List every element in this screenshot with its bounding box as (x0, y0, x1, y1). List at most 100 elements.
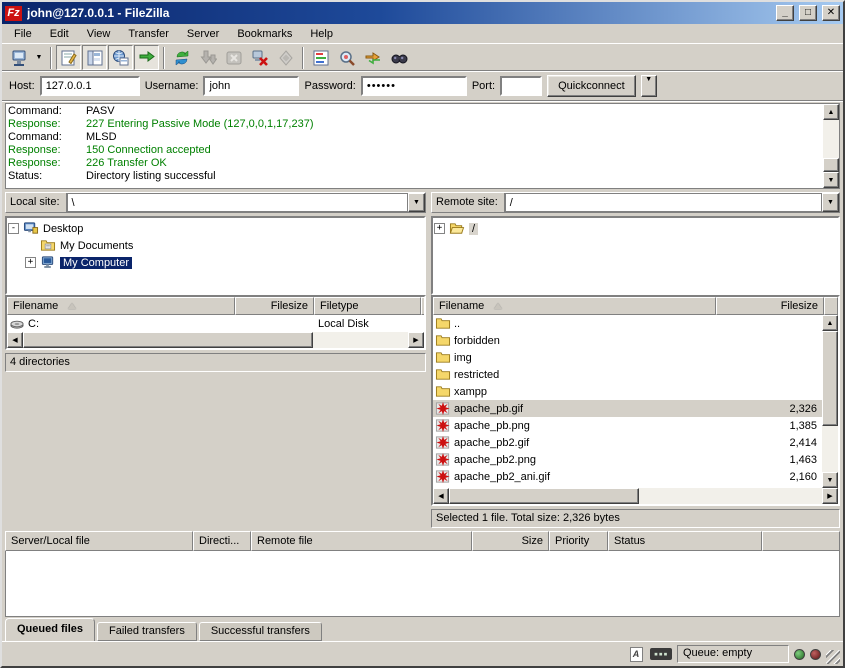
remote-hscrollbar[interactable]: ◀ ▶ (433, 488, 838, 504)
minimize-button[interactable]: _ (776, 5, 794, 21)
file-name: apache_pb.gif (454, 403, 523, 415)
abort-icon[interactable] (273, 45, 298, 70)
tree-item-root[interactable]: + / (434, 220, 837, 237)
menu-edit[interactable]: Edit (41, 26, 78, 42)
remote-list-header: Filename Filesize (433, 297, 838, 315)
column-header-filesize[interactable]: Filesize (716, 297, 824, 315)
remote-site-dropdown-icon[interactable]: ▼ (822, 193, 839, 212)
tree-item-my-computer[interactable]: + My Computer (25, 254, 423, 271)
scroll-down-icon[interactable]: ▼ (823, 172, 839, 188)
file-row[interactable]: .. (433, 315, 822, 332)
scroll-down-icon[interactable]: ▼ (822, 472, 838, 488)
toggle-local-tree-icon[interactable] (82, 45, 107, 70)
host-input[interactable] (40, 76, 140, 96)
tab-queued-files[interactable]: Queued files (5, 618, 95, 641)
tree-item-desktop[interactable]: - Desktop (8, 220, 423, 237)
resize-grip[interactable] (826, 650, 840, 664)
file-size: 2,160 (718, 471, 822, 483)
username-input[interactable] (203, 76, 299, 96)
scroll-thumb[interactable] (823, 158, 839, 172)
column-header-status[interactable]: Status (608, 531, 762, 551)
column-header-size[interactable]: Size (472, 531, 549, 551)
column-header-filetype[interactable]: Filetype (314, 297, 421, 315)
disk-drive-icon (9, 316, 25, 331)
find-files-icon[interactable] (386, 45, 411, 70)
scroll-up-icon[interactable]: ▲ (822, 315, 838, 331)
column-header-priority[interactable]: Priority (549, 531, 608, 551)
indicator-badge-icon[interactable]: ▪▪▪ (650, 648, 672, 660)
refresh-icon[interactable] (169, 45, 194, 70)
toolbar-separator (50, 47, 52, 69)
log-text: 227 Entering Passive Mode (127,0,0,1,17,… (86, 118, 313, 131)
column-header-remote-file[interactable]: Remote file (251, 531, 472, 551)
file-row[interactable]: apache_pb.png 1,385 (433, 417, 822, 434)
maximize-button[interactable]: □ (799, 5, 817, 21)
scroll-right-icon[interactable]: ▶ (822, 488, 838, 504)
scroll-up-icon[interactable]: ▲ (823, 104, 839, 120)
quickconnect-dropdown-icon[interactable]: ▼ (641, 75, 657, 97)
filename-filters-icon[interactable] (308, 45, 333, 70)
local-site-combo[interactable]: \ (67, 193, 408, 212)
file-row[interactable]: forbidden (433, 332, 822, 349)
toggle-message-log-icon[interactable] (56, 45, 81, 70)
site-manager-icon[interactable] (6, 45, 31, 70)
tab-successful-transfers[interactable]: Successful transfers (199, 622, 322, 641)
title-bar[interactable]: Fz john@127.0.0.1 - FileZilla _ □ ✕ (2, 2, 843, 24)
tab-failed-transfers[interactable]: Failed transfers (97, 622, 197, 641)
tree-item-my-documents[interactable]: My Documents (25, 237, 423, 254)
expand-icon[interactable]: + (25, 257, 36, 268)
menu-transfer[interactable]: Transfer (119, 26, 178, 42)
scroll-left-icon[interactable]: ◀ (7, 332, 23, 348)
transfer-type-ascii-icon[interactable]: A (627, 646, 645, 663)
file-row[interactable]: apache_pb2_ani.gif 2,160 (433, 468, 822, 485)
file-row-selected[interactable]: apache_pb.gif 2,326 (433, 400, 822, 417)
scroll-thumb[interactable] (822, 331, 838, 426)
close-button[interactable]: ✕ (822, 5, 840, 21)
port-input[interactable] (500, 76, 542, 96)
column-header-filename[interactable]: Filename (433, 297, 716, 315)
file-row[interactable]: restricted (433, 366, 822, 383)
menu-help[interactable]: Help (301, 26, 342, 42)
scroll-thumb[interactable] (23, 332, 313, 348)
toggle-remote-tree-icon[interactable] (108, 45, 133, 70)
log-scrollbar[interactable]: ▲ ▼ (823, 104, 839, 188)
site-manager-dropdown-icon[interactable]: ▼ (32, 45, 46, 70)
local-site-dropdown-icon[interactable]: ▼ (408, 193, 425, 212)
local-hscrollbar[interactable]: ◀ ▶ (7, 332, 424, 348)
menu-file[interactable]: File (5, 26, 41, 42)
disconnect-icon[interactable] (247, 45, 272, 70)
column-header-lastmodified[interactable]: L (421, 297, 424, 315)
expand-icon[interactable]: + (434, 223, 445, 234)
menu-view[interactable]: View (78, 26, 120, 42)
remote-vscrollbar[interactable]: ▲ ▼ (822, 315, 838, 488)
synchronized-browsing-icon[interactable] (360, 45, 385, 70)
scroll-right-icon[interactable]: ▶ (408, 332, 424, 348)
file-row[interactable]: img (433, 349, 822, 366)
quickconnect-button[interactable]: Quickconnect (547, 75, 636, 97)
sort-ascending-icon (494, 303, 502, 309)
process-queue-icon[interactable] (195, 45, 220, 70)
password-input[interactable] (361, 76, 467, 96)
log-label: Command: (8, 131, 86, 144)
column-header-filename[interactable]: Filename (7, 297, 235, 315)
menu-bookmarks[interactable]: Bookmarks (228, 26, 301, 42)
file-row[interactable]: xampp (433, 383, 822, 400)
file-row[interactable]: apache_pb2.gif 2,414 (433, 434, 822, 451)
queue-body[interactable] (5, 551, 840, 617)
scroll-left-icon[interactable]: ◀ (433, 488, 449, 504)
column-header-filesize[interactable]: Filesize (235, 297, 314, 315)
cancel-operation-icon[interactable] (221, 45, 246, 70)
local-list-body[interactable]: C: Local Disk (7, 315, 424, 332)
directory-comparison-icon[interactable] (334, 45, 359, 70)
column-header-direction[interactable]: Directi... (193, 531, 251, 551)
remote-site-combo[interactable]: / (505, 193, 822, 212)
toggle-transfer-queue-icon[interactable] (134, 45, 159, 70)
column-header-server-local-file[interactable]: Server/Local file (5, 531, 193, 551)
window-title: john@127.0.0.1 - FileZilla (27, 6, 771, 20)
file-row-c-drive[interactable]: C: Local Disk (7, 315, 424, 332)
file-row[interactable]: apache_pb2.png 1,463 (433, 451, 822, 468)
collapse-icon[interactable]: - (8, 223, 19, 234)
remote-list-body[interactable]: .. forbidden img restricted (433, 315, 822, 488)
menu-server[interactable]: Server (178, 26, 228, 42)
scroll-thumb[interactable] (449, 488, 639, 504)
